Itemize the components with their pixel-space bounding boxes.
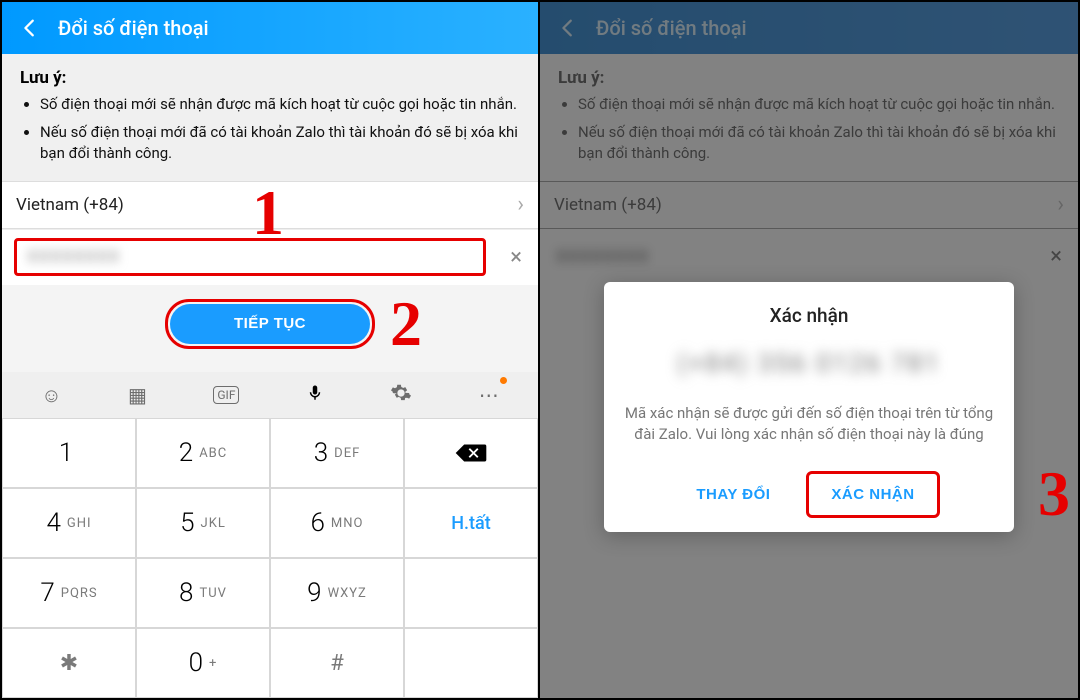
- phone-input[interactable]: XXXXXXXX: [14, 238, 486, 276]
- page-title: Đổi số điện thoại: [58, 16, 209, 40]
- change-button[interactable]: THAY ĐỔI: [678, 476, 788, 513]
- key-empty: [404, 558, 538, 628]
- continue-annotation: TIẾP TỤC: [165, 299, 375, 349]
- backspace-key[interactable]: [404, 418, 538, 488]
- notes-section: Lưu ý: Số điện thoại mới sẽ nhận được mã…: [2, 54, 538, 181]
- header: Đổi số điện thoại: [2, 2, 538, 54]
- confirm-button[interactable]: XÁC NHẬN: [813, 476, 932, 513]
- done-key[interactable]: H.tất: [404, 488, 538, 558]
- key-6[interactable]: 6MNO: [270, 488, 404, 558]
- step-2-annotation: 2: [390, 292, 422, 356]
- back-icon[interactable]: [16, 14, 44, 42]
- key-1[interactable]: 1: [2, 418, 136, 488]
- mic-icon[interactable]: [306, 381, 324, 410]
- key-2[interactable]: 2ABC: [136, 418, 270, 488]
- keyboard-toolbar: ☺ ▦ GIF ⋯: [2, 372, 538, 418]
- sticker-icon[interactable]: ▦: [128, 383, 147, 407]
- step-3-annotation: 3: [1038, 462, 1070, 526]
- gif-icon[interactable]: GIF: [213, 386, 239, 404]
- dialog-phone-masked: (+84) 356 0126 781: [624, 349, 994, 379]
- emoji-icon[interactable]: ☺: [41, 383, 61, 408]
- note-item: Nếu số điện thoại mới đã có tài khoản Za…: [40, 122, 520, 163]
- step-1-annotation: 1: [252, 181, 284, 245]
- clear-icon[interactable]: ×: [510, 245, 522, 270]
- key-star[interactable]: ✱: [2, 628, 136, 698]
- more-icon[interactable]: ⋯: [479, 383, 499, 407]
- key-5[interactable]: 5JKL: [136, 488, 270, 558]
- key-hash[interactable]: #: [270, 628, 404, 698]
- country-label: Vietnam (+84): [16, 195, 124, 215]
- key-3[interactable]: 3DEF: [270, 418, 404, 488]
- chevron-right-icon: ›: [517, 192, 524, 217]
- key-empty: [404, 628, 538, 698]
- keyboard: ☺ ▦ GIF ⋯ 1 2ABC 3DEF 4GHI 5JKL: [2, 372, 538, 698]
- confirm-dialog: Xác nhận (+84) 356 0126 781 Mã xác nhận …: [604, 282, 1014, 532]
- key-9[interactable]: 9WXYZ: [270, 558, 404, 628]
- confirm-annotation: XÁC NHẬN: [806, 471, 939, 518]
- dialog-title: Xác nhận: [624, 304, 994, 327]
- key-8[interactable]: 8TUV: [136, 558, 270, 628]
- continue-button[interactable]: TIẾP TỤC: [170, 304, 370, 344]
- notes-title: Lưu ý:: [20, 68, 520, 88]
- dialog-message: Mã xác nhận sẽ được gửi đến số điện thoạ…: [624, 403, 994, 445]
- key-4[interactable]: 4GHI: [2, 488, 136, 558]
- note-item: Số điện thoại mới sẽ nhận được mã kích h…: [40, 94, 520, 114]
- key-0[interactable]: 0+: [136, 628, 270, 698]
- settings-icon[interactable]: [390, 382, 412, 409]
- key-7[interactable]: 7PQRS: [2, 558, 136, 628]
